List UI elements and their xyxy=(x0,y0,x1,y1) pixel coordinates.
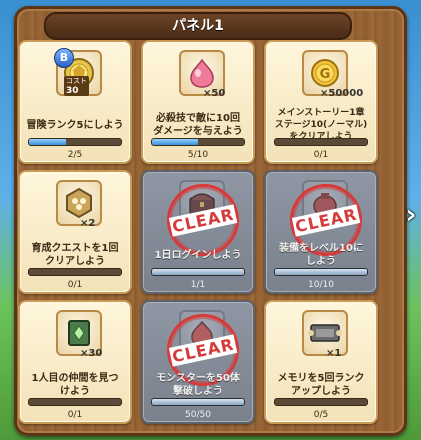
next-panel-arrow-icon[interactable]: › xyxy=(403,200,419,230)
reward-quantity: ×1 xyxy=(326,348,342,359)
progress-text: 2/5 xyxy=(67,150,83,160)
reward-quantity: ×30 xyxy=(80,348,103,359)
progress-bar xyxy=(28,398,122,406)
mission-card-7[interactable]: ×30 1人目の仲間を見つ けよう 0/1 xyxy=(18,300,132,424)
progress-text: 0/1 xyxy=(67,410,83,420)
mission-card-6[interactable]: CLEAR 装備をレベル10に しよう 10/10 xyxy=(264,170,378,294)
progress-bar xyxy=(274,138,368,146)
reward-quantity: ×50000 xyxy=(320,88,364,99)
reward-quantity: ×2 xyxy=(80,218,96,229)
progress-bar xyxy=(151,398,245,406)
mission-card-2[interactable]: ×50 必殺技で敵に10回 ダメージを与えよう 5/10 xyxy=(141,40,255,164)
progress-bar xyxy=(151,268,245,276)
progress-text: 0/1 xyxy=(67,280,83,290)
progress-text: 1/1 xyxy=(190,280,206,290)
mission-card-9[interactable]: ×1 メモリを5回ランク アップしよう 0/5 xyxy=(264,300,378,424)
progress-text: 50/50 xyxy=(185,410,211,420)
rank-badge-icon: B コスト 30 xyxy=(54,48,102,96)
reward-quantity: ×50 xyxy=(203,88,226,99)
mission-card-8[interactable]: CLEAR モンスターを50体 撃破しよう 50/50 xyxy=(141,300,255,424)
mission-card-5[interactable]: CLEAR 1日ログインしよう 1/1 xyxy=(141,170,255,294)
progress-text: 0/5 xyxy=(313,410,329,420)
progress-bar xyxy=(28,138,122,146)
progress-text: 10/10 xyxy=(308,280,334,290)
progress-bar xyxy=(274,398,368,406)
progress-bar xyxy=(151,138,245,146)
svg-text:G: G xyxy=(320,67,331,82)
mission-grid: B コスト 30 冒険ランク5にしよう 2/5 ×50 必殺技で敵に10回 ダメ… xyxy=(18,40,378,424)
mission-card-3[interactable]: G ×50000 メインストーリー1章 ステージ10(ノーマル) をクリアしよう… xyxy=(264,40,378,164)
progress-bar xyxy=(274,268,368,276)
mission-card-4[interactable]: ×2 育成クエストを1回 クリアしよう 0/1 xyxy=(18,170,132,294)
progress-bar xyxy=(28,268,122,276)
progress-text: 0/1 xyxy=(313,150,329,160)
panel-title: パネル1 xyxy=(44,12,352,40)
mission-card-1[interactable]: B コスト 30 冒険ランク5にしよう 2/5 xyxy=(18,40,132,164)
cost-label: コスト 30 xyxy=(64,76,89,96)
progress-text: 5/10 xyxy=(187,150,209,160)
rank-b-badge: B xyxy=(54,48,74,68)
